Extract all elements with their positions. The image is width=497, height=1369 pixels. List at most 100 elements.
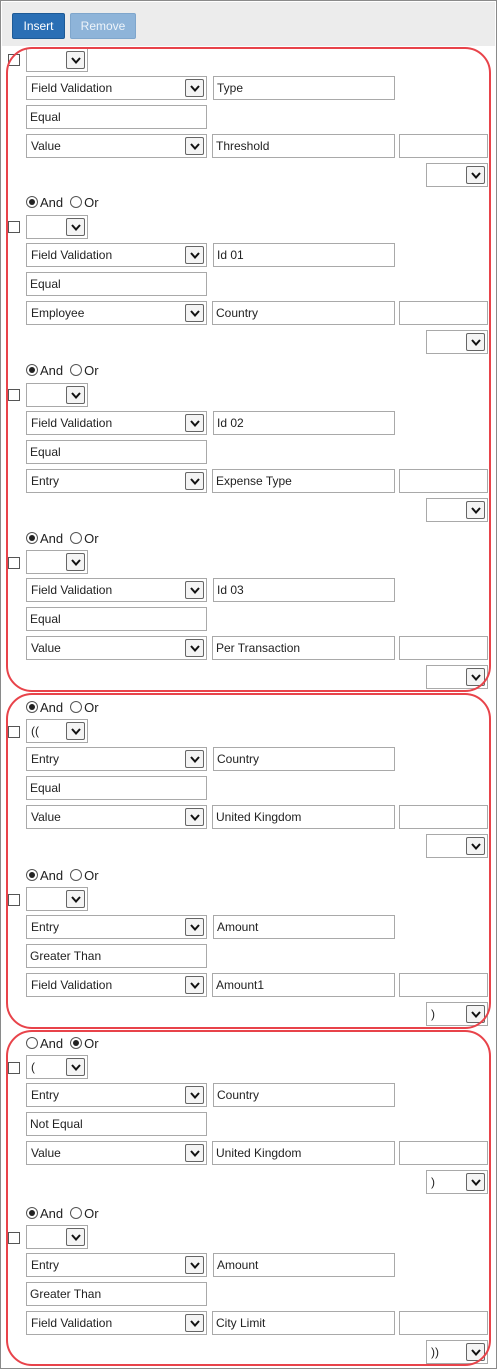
close-paren-select[interactable]: [426, 834, 488, 858]
close-paren-select[interactable]: )): [426, 1340, 488, 1364]
source-select[interactable]: Field Validation: [26, 578, 207, 602]
operator-input[interactable]: Equal: [26, 272, 207, 296]
and-radio[interactable]: [26, 869, 38, 881]
or-radio[interactable]: [70, 1037, 83, 1049]
chevron-down-icon[interactable]: [66, 386, 85, 404]
chevron-down-icon[interactable]: [466, 501, 485, 519]
value-source-select[interactable]: Value: [26, 636, 207, 660]
and-radio[interactable]: [26, 196, 38, 208]
open-paren-select[interactable]: [26, 550, 88, 574]
or-radio[interactable]: [70, 1207, 83, 1219]
chevron-down-icon[interactable]: [66, 890, 85, 908]
or-radio[interactable]: [70, 364, 83, 376]
chevron-down-icon[interactable]: [66, 722, 85, 740]
value-input[interactable]: City Limit: [212, 1311, 395, 1335]
operator-input[interactable]: Equal: [26, 440, 207, 464]
field-input[interactable]: Id 02: [213, 411, 395, 435]
row-select-checkbox[interactable]: [8, 726, 20, 738]
operator-input[interactable]: Equal: [26, 776, 207, 800]
field-input[interactable]: Amount: [213, 915, 395, 939]
and-radio[interactable]: [26, 364, 38, 376]
and-radio[interactable]: [26, 1037, 38, 1049]
value2-input[interactable]: [399, 301, 488, 325]
chevron-down-icon[interactable]: [185, 414, 204, 432]
field-input[interactable]: Id 01: [213, 243, 395, 267]
chevron-down-icon[interactable]: [185, 137, 204, 155]
close-paren-select[interactable]: ): [426, 1002, 488, 1026]
or-radio[interactable]: [70, 196, 83, 208]
source-select[interactable]: Entry: [26, 915, 207, 939]
field-input[interactable]: Id 03: [213, 578, 395, 602]
or-radio[interactable]: [70, 532, 83, 544]
chevron-down-icon[interactable]: [185, 246, 204, 264]
close-paren-select[interactable]: [426, 163, 488, 187]
value-input[interactable]: Expense Type: [212, 469, 395, 493]
field-input[interactable]: Country: [213, 1083, 395, 1107]
open-paren-select[interactable]: [26, 887, 88, 911]
field-input[interactable]: Type: [213, 76, 395, 100]
chevron-down-icon[interactable]: [466, 166, 485, 184]
value2-input[interactable]: [399, 469, 488, 493]
chevron-down-icon[interactable]: [466, 837, 485, 855]
and-radio[interactable]: [26, 532, 38, 544]
chevron-down-icon[interactable]: [66, 218, 85, 236]
open-paren-select[interactable]: [26, 383, 88, 407]
chevron-down-icon[interactable]: [185, 1256, 204, 1274]
value2-input[interactable]: [399, 973, 488, 997]
row-select-checkbox[interactable]: [8, 221, 20, 233]
close-paren-select[interactable]: [426, 330, 488, 354]
value-source-select[interactable]: Value: [26, 1141, 207, 1165]
source-select[interactable]: Entry: [26, 1253, 207, 1277]
row-select-checkbox[interactable]: [8, 54, 20, 66]
row-select-checkbox[interactable]: [8, 557, 20, 569]
remove-button[interactable]: Remove: [70, 13, 136, 39]
operator-input[interactable]: Greater Than: [26, 1282, 207, 1306]
source-select[interactable]: Field Validation: [26, 411, 207, 435]
value-source-select[interactable]: Employee: [26, 301, 207, 325]
chevron-down-icon[interactable]: [185, 79, 204, 97]
value-input[interactable]: United Kingdom: [212, 1141, 395, 1165]
chevron-down-icon[interactable]: [466, 333, 485, 351]
field-input[interactable]: Amount: [213, 1253, 395, 1277]
source-select[interactable]: Field Validation: [26, 76, 207, 100]
chevron-down-icon[interactable]: [185, 808, 204, 826]
or-radio[interactable]: [70, 701, 83, 713]
chevron-down-icon[interactable]: [185, 1086, 204, 1104]
open-paren-select[interactable]: (: [26, 1055, 88, 1079]
value-input[interactable]: United Kingdom: [212, 805, 395, 829]
close-paren-select[interactable]: [426, 665, 488, 689]
row-select-checkbox[interactable]: [8, 1232, 20, 1244]
chevron-down-icon[interactable]: [185, 581, 204, 599]
value-source-select[interactable]: Field Validation: [26, 1311, 207, 1335]
value-input[interactable]: Country: [212, 301, 395, 325]
and-radio[interactable]: [26, 1207, 38, 1219]
open-paren-select[interactable]: ((: [26, 719, 88, 743]
chevron-down-icon[interactable]: [466, 1343, 485, 1361]
chevron-down-icon[interactable]: [185, 1144, 204, 1162]
operator-input[interactable]: Equal: [26, 607, 207, 631]
chevron-down-icon[interactable]: [66, 1228, 85, 1246]
value-source-select[interactable]: Value: [26, 134, 207, 158]
insert-button[interactable]: Insert: [12, 13, 65, 39]
field-input[interactable]: Country: [213, 747, 395, 771]
row-select-checkbox[interactable]: [8, 894, 20, 906]
chevron-down-icon[interactable]: [66, 51, 85, 69]
chevron-down-icon[interactable]: [66, 1058, 85, 1076]
row-select-checkbox[interactable]: [8, 389, 20, 401]
value-source-select[interactable]: Entry: [26, 469, 207, 493]
open-paren-select[interactable]: [26, 215, 88, 239]
value2-input[interactable]: [399, 134, 488, 158]
chevron-down-icon[interactable]: [185, 304, 204, 322]
value-input[interactable]: Amount1: [212, 973, 395, 997]
value-source-select[interactable]: Value: [26, 805, 207, 829]
value2-input[interactable]: [399, 1141, 488, 1165]
source-select[interactable]: Entry: [26, 747, 207, 771]
source-select[interactable]: Field Validation: [26, 243, 207, 267]
operator-input[interactable]: Greater Than: [26, 944, 207, 968]
operator-input[interactable]: Not Equal: [26, 1112, 207, 1136]
chevron-down-icon[interactable]: [185, 1314, 204, 1332]
row-select-checkbox[interactable]: [8, 1062, 20, 1074]
chevron-down-icon[interactable]: [66, 553, 85, 571]
value-input[interactable]: Per Transaction: [212, 636, 395, 660]
chevron-down-icon[interactable]: [185, 976, 204, 994]
